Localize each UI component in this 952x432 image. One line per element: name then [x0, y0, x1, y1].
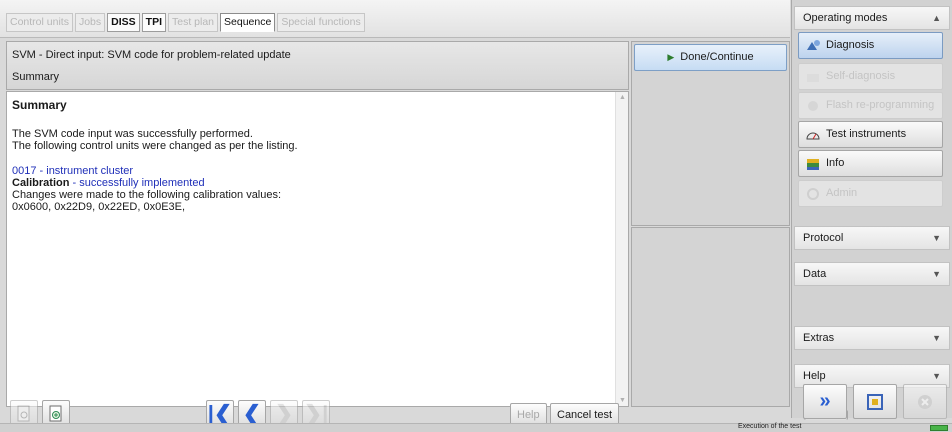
tab-bar: Control units Jobs DISS TPI Test plan Se…	[0, 0, 790, 38]
tab-test-plan[interactable]: Test plan	[168, 13, 219, 32]
secondary-action-panel	[631, 227, 790, 407]
calibration-line: Calibration - successfully implemented	[12, 177, 612, 189]
close-button[interactable]	[903, 384, 947, 419]
expand-icon: ▼	[932, 233, 941, 243]
right-sidebar: Operating modes ▲ Diagnosis Self-diagnos…	[791, 0, 952, 420]
self-diagnosis-icon	[805, 70, 821, 84]
close-icon	[918, 394, 932, 409]
next-icon: ❯	[274, 401, 294, 426]
section-label: Extras	[803, 332, 835, 344]
expand-icon: ▼	[932, 269, 941, 279]
tab-control-units[interactable]: Control units	[6, 13, 73, 32]
mode-label: Diagnosis	[826, 39, 875, 51]
fast-forward-icon: »	[819, 390, 831, 412]
done-continue-button[interactable]: ▶ Done/Continue	[634, 44, 787, 71]
action-panel: ▶ Done/Continue	[631, 41, 790, 226]
tab-sequence[interactable]: Sequence	[220, 13, 276, 32]
previous-icon: ❮	[242, 401, 262, 426]
document-zoom-icon	[49, 405, 62, 422]
mode-label: Admin	[826, 187, 858, 199]
summary-heading: Summary	[12, 98, 67, 112]
section-label: Data	[803, 268, 827, 280]
mode-test-instruments-button[interactable]: Test instruments	[798, 121, 943, 148]
summary-body: Summary The SVM code input was successfu…	[12, 99, 612, 213]
diagnosis-icon	[805, 39, 821, 53]
mode-info-button[interactable]: Info	[798, 150, 943, 177]
expand-icon: ▼	[932, 333, 941, 343]
mode-label: Self-diagnosis	[826, 70, 896, 82]
summary-line-1: The SVM code input was successfully perf…	[12, 128, 253, 140]
calibration-status: - successfully implemented	[69, 177, 205, 189]
forward-button-large[interactable]: »	[803, 384, 847, 419]
mode-flash-reprogramming-button[interactable]: Flash re-programming	[798, 92, 943, 119]
section-data[interactable]: Data ▼	[794, 262, 950, 286]
status-text: Execution of the test	[738, 423, 802, 430]
operating-modes-header[interactable]: Operating modes ▲	[794, 6, 950, 30]
play-icon: ▶	[667, 52, 675, 62]
progress-indicator	[930, 425, 948, 431]
mode-self-diagnosis-button[interactable]: Self-diagnosis	[798, 63, 943, 90]
mode-label: Test instruments	[826, 128, 907, 140]
collapse-icon: ▲	[932, 13, 941, 23]
mode-label: Info	[826, 157, 845, 169]
operating-modes-title: Operating modes	[803, 12, 888, 24]
tab-diss[interactable]: DISS	[107, 13, 140, 32]
gauge-icon	[805, 128, 821, 142]
document-search-icon	[17, 405, 30, 422]
fit-window-icon	[867, 393, 883, 410]
calibration-values: 0x0600, 0x22D9, 0x22ED, 0x0E3E,	[12, 201, 186, 213]
section-protocol[interactable]: Protocol ▼	[794, 226, 950, 250]
calibration-label: Calibration	[12, 177, 70, 189]
changes-line: Changes were made to the following calib…	[12, 189, 282, 201]
tab-jobs[interactable]: Jobs	[74, 13, 106, 32]
last-icon: ❯|	[303, 401, 329, 426]
first-icon: |❮	[207, 401, 233, 426]
flash-icon	[805, 99, 821, 113]
scroll-up-icon[interactable]: ▲	[619, 94, 626, 101]
tab-tpi[interactable]: TPI	[141, 13, 166, 32]
page-subtitle: Summary	[12, 71, 60, 83]
status-bar: Execution of the test	[0, 423, 952, 432]
tab-list: Control units Jobs DISS TPI Test plan Se…	[6, 13, 365, 32]
control-unit-label: 0017 - instrument cluster	[12, 165, 134, 177]
section-label: Protocol	[803, 232, 844, 244]
fit-window-button[interactable]	[853, 384, 897, 419]
mode-admin-button[interactable]: Admin	[798, 180, 943, 207]
vertical-scrollbar[interactable]: ▲ ▼	[615, 92, 628, 406]
summary-panel: Summary The SVM code input was successfu…	[6, 91, 629, 407]
section-label: Help	[803, 370, 826, 382]
summary-line-2: The following control units were changed…	[12, 140, 298, 152]
admin-icon	[805, 187, 821, 201]
page-title: SVM - Direct input: SVM code for problem…	[12, 49, 291, 61]
section-extras[interactable]: Extras ▼	[794, 326, 950, 350]
book-icon	[805, 157, 821, 171]
mode-diagnosis-button[interactable]: Diagnosis	[798, 32, 943, 59]
done-continue-label: Done/Continue	[680, 51, 754, 63]
mode-label: Flash re-programming	[826, 99, 935, 111]
tab-special-functions[interactable]: Special functions	[277, 13, 365, 32]
page-header: SVM - Direct input: SVM code for problem…	[6, 41, 629, 90]
scroll-down-icon[interactable]: ▼	[619, 397, 626, 404]
